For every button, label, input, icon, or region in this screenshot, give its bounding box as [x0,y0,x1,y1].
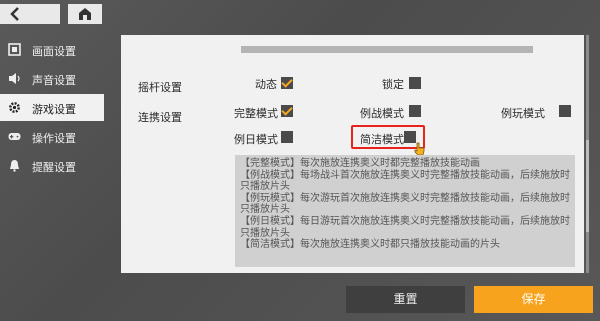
option-battle-checkbox[interactable] [409,105,421,117]
description-line: 【完整模式】每次施放连携奥义时都完整播放技能动画 [240,158,480,169]
panel-top-strip [241,46,533,53]
sidebar-item-display[interactable]: 画面设置 [0,36,104,63]
sidebar-item-label: 游戏设置 [32,103,76,116]
description-line: 【例战模式】每场战斗首次施放连携奥义时完整播放技能动画，后续施放时只播放片头 [240,169,570,193]
option-lock-label: 锁定 [382,78,404,91]
option-daily-label: 例日模式 [234,133,278,146]
home-button[interactable] [68,4,102,24]
sidebar-item-label: 操作设置 [32,132,76,145]
reset-button[interactable]: 重置 [346,286,465,313]
option-play-checkbox[interactable] [559,105,571,117]
option-dynamic-label: 动态 [255,78,277,91]
home-icon [79,8,91,20]
back-arrow-icon [10,7,19,21]
combo-setting-label: 连携设置 [138,111,182,124]
mode-description-box: 【完整模式】每次施放连携奥义时都完整播放技能动画 【例战模式】每场战斗首次施放连… [235,155,575,267]
sidebar-item-sound[interactable]: 声音设置 [0,65,104,92]
scrollbar-thumb[interactable] [586,140,589,232]
settings-sidebar: 画面设置 声音设置 游戏设置 操作设置 提醒设置 [0,36,104,181]
sidebar-item-game[interactable]: 游戏设置 [0,94,104,121]
save-button[interactable]: 保存 [474,286,593,313]
description-line: 【例日模式】每日游玩首次施放连携奥义时完整播放技能动画，后续施放时只播放片头 [240,215,570,239]
sidebar-item-label: 画面设置 [32,45,76,58]
sidebar-item-label: 声音设置 [32,74,76,87]
option-lock-checkbox[interactable] [409,77,421,89]
option-daily-checkbox[interactable] [281,131,293,143]
display-icon [8,43,21,56]
option-full-label: 完整模式 [234,107,278,120]
gear-icon [9,102,20,113]
pointer-cursor-icon [414,142,425,156]
description-line: 【例玩模式】每次游玩首次施放连携奥义时完整播放技能动画，后续施放时只播放片头 [240,192,570,216]
option-play-label: 例玩模式 [501,107,545,120]
joystick-setting-label: 摇杆设置 [138,81,182,94]
sidebar-item-controls[interactable]: 操作设置 [0,123,104,150]
bell-icon [10,160,19,172]
game-settings-panel: 摇杆设置 动态 锁定 连携设置 完整模式 例战模式 例玩模式 例日模式 简洁模式… [121,35,584,273]
sidebar-item-label: 提醒设置 [32,161,76,174]
option-battle-label: 例战模式 [360,107,404,120]
back-button[interactable] [0,4,60,24]
description-line: 【简洁模式】每次施放连携奥义时都只播放技能动画的片头 [240,239,500,251]
sidebar-item-reminder[interactable]: 提醒设置 [0,152,104,179]
option-dynamic-checkbox[interactable] [281,77,293,89]
gamepad-icon [8,133,21,140]
speaker-icon [9,73,20,84]
option-full-checkbox[interactable] [281,105,293,117]
